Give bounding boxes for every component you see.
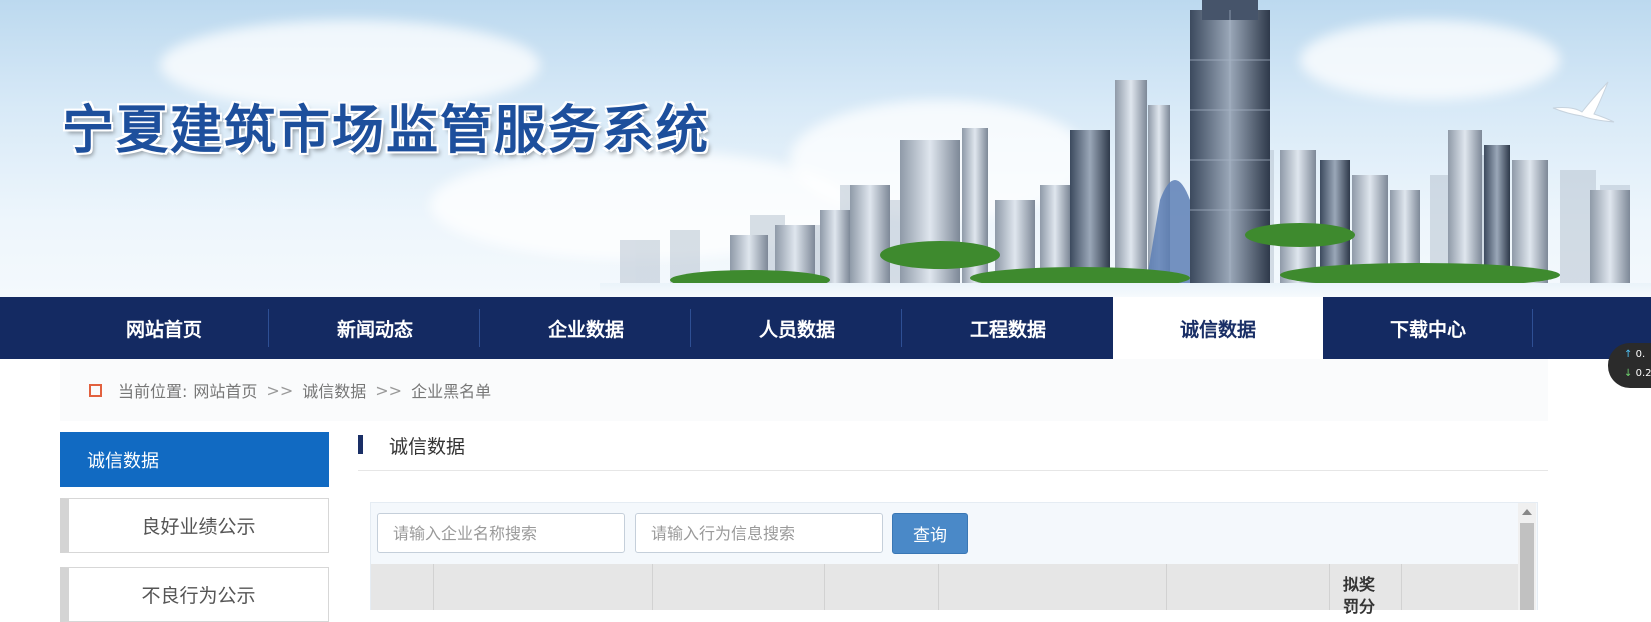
breadcrumb-current: 企业黑名单	[411, 382, 492, 401]
upload-speed: 0.	[1635, 349, 1646, 360]
main-nav: 网站首页 新闻动态 企业数据 人员数据 工程数据 诚信数据 下载中心	[0, 297, 1651, 359]
nav-item-downloads[interactable]: 下载中心	[1323, 297, 1533, 359]
upload-arrow-icon: ↑	[1624, 349, 1633, 360]
column-divider	[1329, 564, 1330, 610]
column-header-penalty-score[interactable]: 拟奖罚分	[1341, 574, 1377, 618]
section-accent-bar	[358, 435, 363, 454]
download-arrow-icon: ↓	[1624, 368, 1633, 379]
column-divider	[938, 564, 939, 610]
download-speed: 0.2	[1635, 368, 1651, 379]
company-name-search-input[interactable]	[377, 513, 625, 553]
nav-divider	[479, 309, 480, 347]
nav-divider	[1532, 309, 1533, 347]
scrollbar-thumb[interactable]	[1520, 523, 1534, 610]
header-banner: 宁夏建筑市场监管服务系统	[0, 0, 1651, 297]
sidebar-item-good-performance[interactable]: 良好业绩公示	[60, 498, 329, 553]
network-speed-widget[interactable]: ↑ 0. ↓ 0.2	[1608, 343, 1651, 388]
section-title: 诚信数据	[389, 436, 466, 458]
table-scrollbar[interactable]	[1518, 503, 1536, 610]
bird-decoration	[1552, 81, 1615, 123]
scroll-up-arrow-icon[interactable]	[1522, 509, 1532, 515]
nav-item-personnel[interactable]: 人员数据	[692, 297, 902, 359]
column-divider	[824, 564, 825, 610]
column-divider	[1166, 564, 1167, 610]
column-divider	[652, 564, 653, 610]
column-divider	[1401, 564, 1402, 610]
breadcrumb-prefix: 当前位置:	[118, 382, 188, 401]
table-header-row: 拟奖罚分	[371, 564, 1518, 616]
nav-item-news[interactable]: 新闻动态	[270, 297, 480, 359]
site-title: 宁夏建筑市场监管服务系统	[62, 100, 711, 161]
nav-item-home[interactable]: 网站首页	[59, 297, 269, 359]
city-skyline-image	[600, 0, 1651, 297]
nav-divider	[690, 309, 691, 347]
nav-item-projects[interactable]: 工程数据	[903, 297, 1113, 359]
breadcrumb: 当前位置: 网站首页 >> 诚信数据 >> 企业黑名单	[60, 359, 1548, 421]
behavior-info-search-input[interactable]	[635, 513, 883, 553]
breadcrumb-link-home[interactable]: 网站首页	[193, 378, 257, 402]
nav-divider	[901, 309, 902, 347]
query-button[interactable]: 查询	[892, 513, 968, 554]
breadcrumb-separator: >>	[266, 380, 294, 400]
nav-divider	[268, 309, 269, 347]
column-divider	[433, 564, 434, 610]
blacklist-panel: 查询 拟奖罚分	[370, 502, 1538, 616]
location-marker-icon	[89, 383, 102, 397]
section-header: 诚信数据	[358, 432, 1548, 471]
sidebar-item-bad-behavior[interactable]: 不良行为公示	[60, 567, 329, 622]
breadcrumb-separator: >>	[375, 380, 403, 400]
sidebar-heading: 诚信数据	[60, 432, 329, 487]
breadcrumb-link-credit[interactable]: 诚信数据	[302, 378, 366, 402]
nav-item-credit[interactable]: 诚信数据	[1113, 297, 1323, 359]
nav-item-companies[interactable]: 企业数据	[481, 297, 691, 359]
